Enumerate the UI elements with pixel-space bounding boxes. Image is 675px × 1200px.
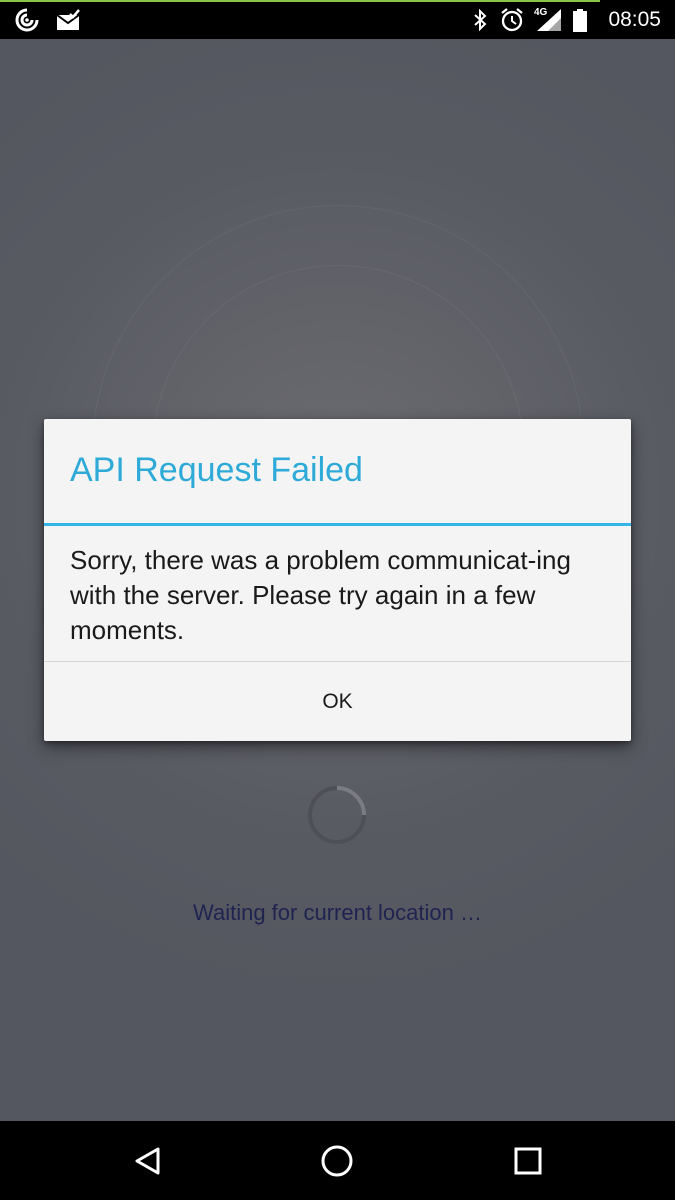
status-time: 08:05 [608, 8, 661, 31]
status-accent-line [0, 0, 600, 2]
loading-spinner [306, 784, 368, 846]
home-icon[interactable] [315, 1139, 359, 1183]
dialog-message: Sorry, there was a problem communicat-in… [70, 545, 571, 645]
status-bar: 4G 08:05 [0, 0, 675, 39]
waiting-location-text: Waiting for current location … [193, 900, 482, 925]
ok-button[interactable]: OK [44, 662, 631, 741]
mail-icon [55, 7, 81, 33]
back-icon[interactable] [126, 1139, 170, 1183]
phone-screen: 4G 08:05 Waiting for current location … … [0, 0, 675, 1200]
bluetooth-icon [467, 7, 493, 33]
app-notification-icon [14, 7, 40, 33]
network-type-label: 4G [534, 7, 548, 18]
alarm-icon [499, 7, 525, 33]
recents-icon[interactable] [506, 1139, 550, 1183]
error-dialog: API Request Failed Sorry, there was a pr… [44, 419, 631, 741]
navigation-bar [0, 1121, 675, 1200]
dialog-title: API Request Failed [70, 451, 363, 489]
signal-4g-icon: 4G [533, 7, 563, 33]
dialog-title-divider [44, 523, 631, 526]
battery-icon [572, 7, 588, 33]
